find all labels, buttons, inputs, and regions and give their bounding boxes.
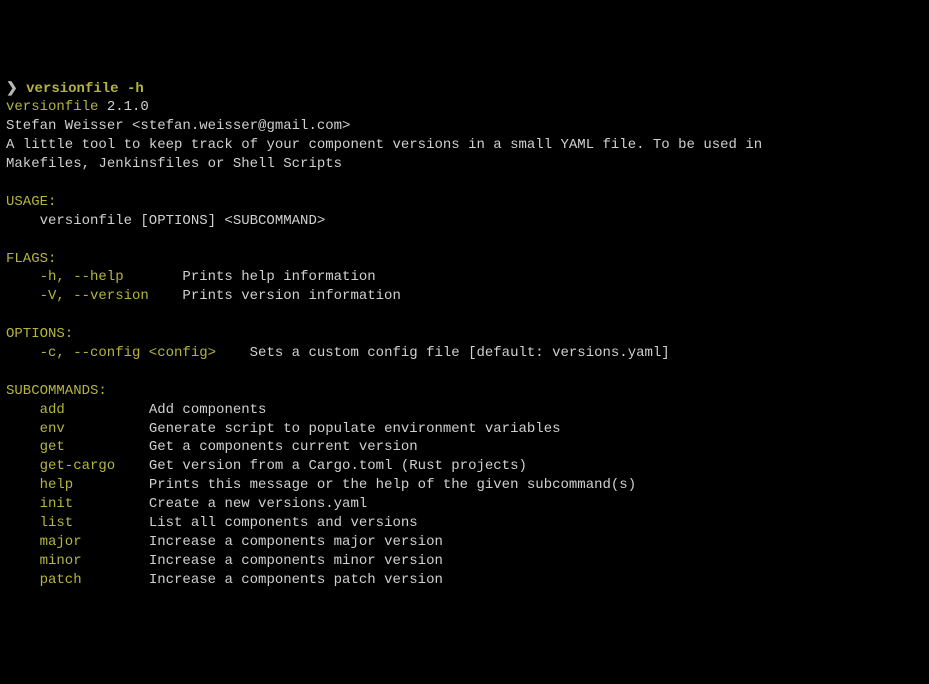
subcommand-line: env Generate script to populate environm…: [6, 420, 923, 439]
prompt-symbol: ❯: [6, 81, 18, 97]
description-line: A little tool to keep track of your comp…: [6, 136, 923, 174]
subcommand-name: list: [40, 515, 74, 531]
subcommand-name: env: [40, 421, 65, 437]
flags-heading: FLAGS:: [6, 250, 923, 269]
program-version-line: versionfile 2.1.0: [6, 98, 923, 117]
subcommand-description: Get a components current version: [149, 439, 418, 455]
subcommand-description: Create a new versions.yaml: [149, 496, 367, 512]
subcommand-name: add: [40, 402, 65, 418]
subcommand-name: init: [40, 496, 74, 512]
option-description: Sets a custom config file [default: vers…: [250, 345, 670, 361]
subcommand-name: help: [40, 477, 74, 493]
subcommand-name: major: [40, 534, 82, 550]
option-line: -c, --config <config> Sets a custom conf…: [6, 344, 923, 363]
subcommand-name: minor: [40, 553, 82, 569]
author-line: Stefan Weisser <stefan.weisser@gmail.com…: [6, 117, 923, 136]
subcommand-name: get-cargo: [40, 458, 116, 474]
flag-description: Prints version information: [182, 288, 400, 304]
flag-name: -h, --help: [40, 269, 124, 285]
subcommand-line: major Increase a components major versio…: [6, 533, 923, 552]
subcommand-line: patch Increase a components patch versio…: [6, 571, 923, 590]
subcommand-description: Increase a components minor version: [149, 553, 443, 569]
terminal-output: ❯ versionfile -hversionfile 2.1.0Stefan …: [6, 80, 923, 590]
flag-line: -V, --version Prints version information: [6, 287, 923, 306]
subcommand-description: List all components and versions: [149, 515, 418, 531]
subcommand-line: minor Increase a components minor versio…: [6, 552, 923, 571]
subcommand-description: Generate script to populate environment …: [149, 421, 561, 437]
program-name: versionfile: [6, 99, 98, 115]
subcommand-name: get: [40, 439, 65, 455]
flag-line: -h, --help Prints help information: [6, 268, 923, 287]
subcommand-description: Get version from a Cargo.toml (Rust proj…: [149, 458, 527, 474]
flag-description: Prints help information: [182, 269, 375, 285]
prompt-line[interactable]: ❯ versionfile -h: [6, 80, 923, 99]
subcommands-heading: SUBCOMMANDS:: [6, 382, 923, 401]
subcommand-description: Increase a components major version: [149, 534, 443, 550]
program-version: 2.1.0: [98, 99, 148, 115]
subcommand-line: get-cargo Get version from a Cargo.toml …: [6, 457, 923, 476]
option-name: -c, --config <config>: [40, 345, 216, 361]
subcommand-line: get Get a components current version: [6, 438, 923, 457]
usage-text: versionfile [OPTIONS] <SUBCOMMAND>: [6, 212, 923, 231]
subcommand-description: Prints this message or the help of the g…: [149, 477, 636, 493]
subcommand-description: Increase a components patch version: [149, 572, 443, 588]
entered-command: versionfile -h: [26, 81, 144, 97]
subcommand-line: add Add components: [6, 401, 923, 420]
subcommand-name: patch: [40, 572, 82, 588]
subcommand-line: list List all components and versions: [6, 514, 923, 533]
usage-heading: USAGE:: [6, 193, 923, 212]
subcommand-description: Add components: [149, 402, 267, 418]
subcommand-line: help Prints this message or the help of …: [6, 476, 923, 495]
options-heading: OPTIONS:: [6, 325, 923, 344]
subcommand-line: init Create a new versions.yaml: [6, 495, 923, 514]
flag-name: -V, --version: [40, 288, 149, 304]
